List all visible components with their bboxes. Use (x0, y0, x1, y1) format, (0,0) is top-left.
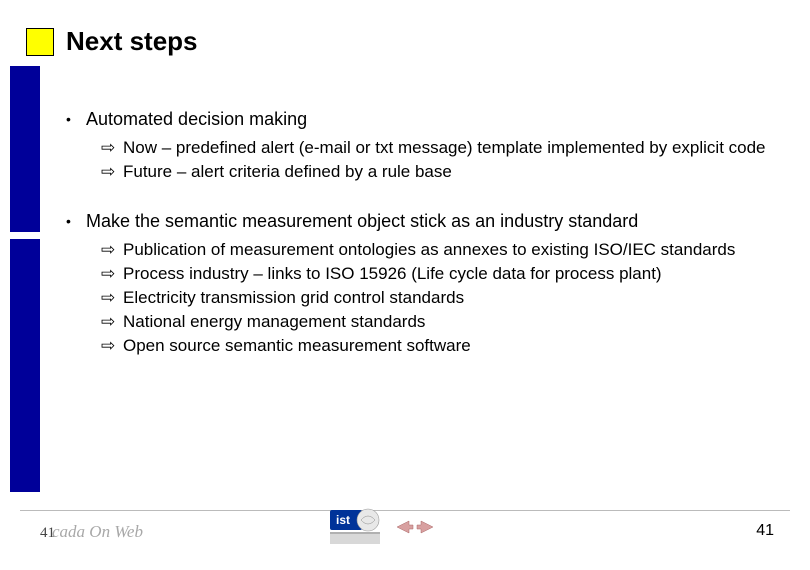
sub-bullet-text: Process industry – links to ISO 15926 (L… (123, 263, 662, 285)
sub-bullet-item: ⇨ Publication of measurement ontologies … (101, 239, 770, 261)
bullet-item: • Make the semantic measurement object s… (66, 210, 770, 233)
arrow-icon: ⇨ (101, 137, 123, 159)
brand-text: cada On Web (52, 522, 143, 542)
sub-bullet-list: ⇨ Publication of measurement ontologies … (101, 239, 770, 357)
left-accent-band-bottom (10, 239, 40, 492)
bullet-dot-icon: • (66, 108, 86, 131)
sub-bullet-text: Open source semantic measurement softwar… (123, 335, 471, 357)
arrow-icon: ⇨ (101, 311, 123, 333)
slide-footer: 41 cada On Web ist 41 (0, 514, 810, 552)
sub-bullet-item: ⇨ National energy management standards (101, 311, 770, 333)
sub-bullet-item: ⇨ Open source semantic measurement softw… (101, 335, 770, 357)
slide-title: Next steps (66, 26, 198, 57)
sub-bullet-item: ⇨ Now – predefined alert (e-mail or txt … (101, 137, 770, 159)
arrow-icon: ⇨ (101, 263, 123, 285)
sub-bullet-item: ⇨ Electricity transmission grid control … (101, 287, 770, 309)
sub-bullet-text: Electricity transmission grid control st… (123, 287, 464, 309)
sub-bullet-list: ⇨ Now – predefined alert (e-mail or txt … (101, 137, 770, 183)
sub-bullet-text: Now – predefined alert (e-mail or txt me… (123, 137, 766, 159)
sub-bullet-text: Future – alert criteria defined by a rul… (123, 161, 452, 183)
sub-bullet-text: Publication of measurement ontologies as… (123, 239, 735, 261)
bullet-item: • Automated decision making (66, 108, 770, 131)
footer-divider (20, 510, 790, 511)
slide-content: • Automated decision making ⇨ Now – pred… (66, 108, 770, 383)
bullet-dot-icon: • (66, 210, 86, 233)
svg-text:ist: ist (336, 513, 350, 527)
sub-bullet-item: ⇨ Future – alert criteria defined by a r… (101, 161, 770, 183)
arrow-icon: ⇨ (101, 335, 123, 357)
left-accent-band-top (10, 66, 40, 232)
bullet-text: Make the semantic measurement object sti… (86, 210, 638, 233)
nav-arrows-icon (395, 518, 435, 536)
sub-bullet-item: ⇨ Process industry – links to ISO 15926 … (101, 263, 770, 285)
arrow-icon: ⇨ (101, 287, 123, 309)
arrow-icon: ⇨ (101, 161, 123, 183)
bullet-text: Automated decision making (86, 108, 307, 131)
corner-accent-square (26, 28, 54, 56)
arrow-icon: ⇨ (101, 239, 123, 261)
page-number-right: 41 (756, 522, 774, 540)
sub-bullet-text: National energy management standards (123, 311, 425, 333)
ist-logo-icon: ist (330, 506, 382, 546)
